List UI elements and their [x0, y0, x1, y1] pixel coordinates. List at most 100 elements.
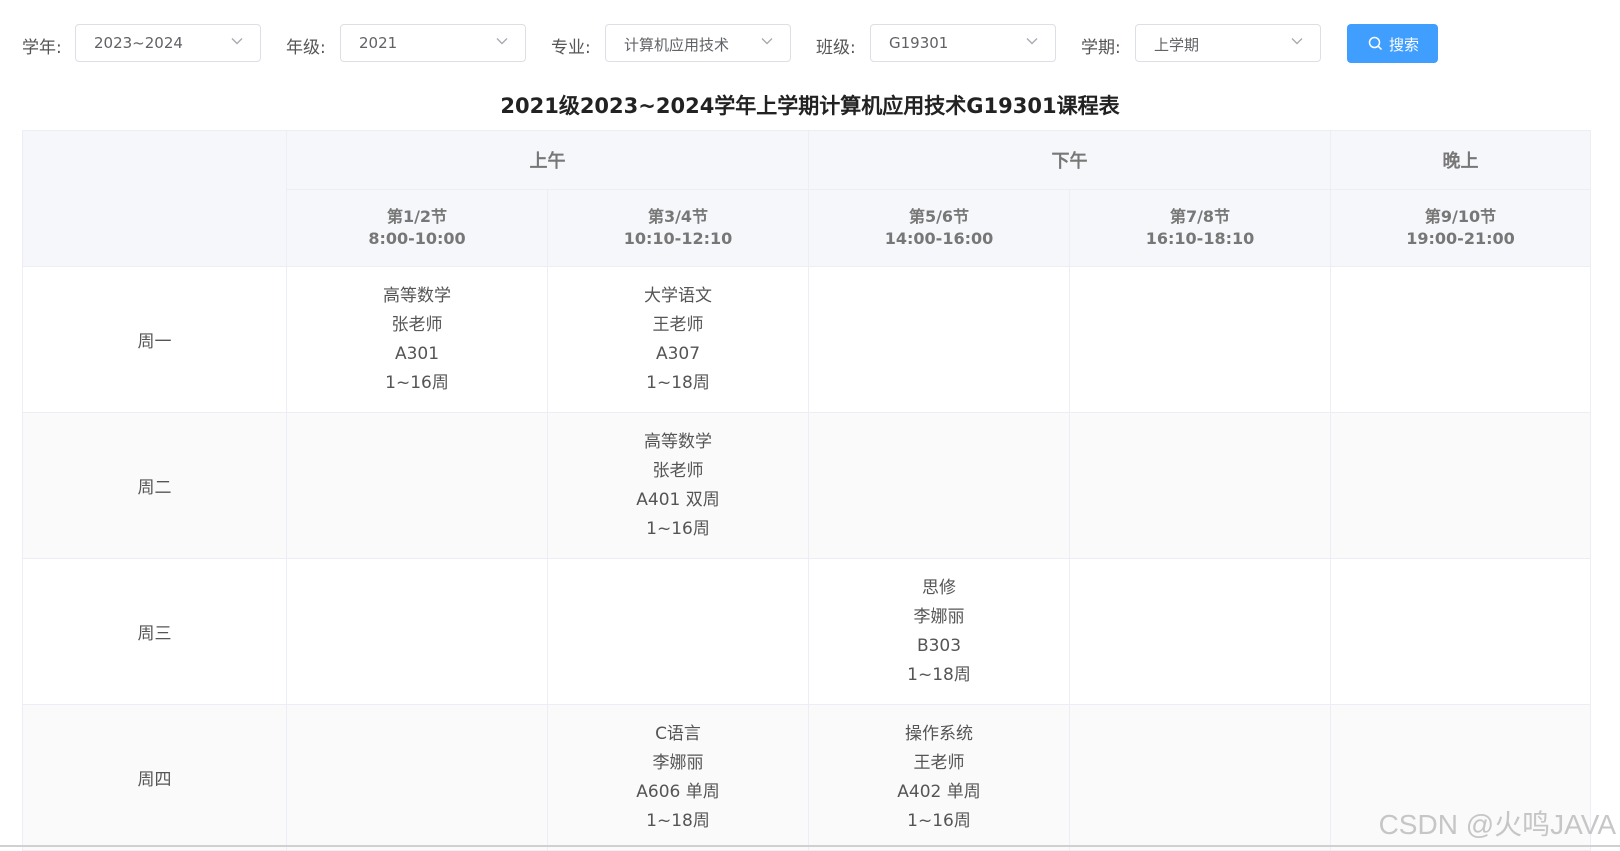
select-value: 2021 [359, 34, 398, 52]
select-value: G19301 [889, 34, 949, 52]
course-entry: 高等数学张老师 A301 1~16周 [287, 282, 547, 398]
period-header: 第3/4节 10:10-12:10 [547, 189, 809, 267]
course-entry: C语言李娜丽 A606 单周 1~18周 [548, 720, 808, 836]
schedule-cell [1069, 704, 1331, 851]
chevron-down-icon [1026, 38, 1038, 45]
course-room: B303 [916, 635, 962, 656]
timetable-body: 周一 高等数学 张老师 A301 1~16周 大学语文 王老师 A307 1~18周 周二 高等数学… [22, 266, 1591, 851]
timetable: 上午 下午 晚上 第1/2节 8:00-10:00 第3/4节 10:10-12:10… [22, 130, 1591, 851]
course-course: C语言 [655, 723, 701, 744]
course-entry: 高等数学张老师 A401 双周 1~16周 [548, 428, 808, 544]
course-weeks: 1~16周 [385, 372, 449, 393]
period-time: 16:10-18:10 [1145, 229, 1255, 248]
day-label: 周三 [22, 558, 287, 705]
schedule-cell [1069, 558, 1331, 705]
chevron-down-icon [231, 38, 243, 45]
course-entry: 大学语文王老师 A307 1~18周 [548, 282, 808, 398]
search-button-label: 搜索 [1389, 36, 1420, 54]
course-room: A401 双周 [636, 489, 720, 510]
filter-label-major: 专业: [551, 38, 591, 58]
watermark: CSDN @火鸣JAVA [1378, 809, 1616, 840]
course-entry: 操作系统 王老师 A402 单周 1~16周 [809, 720, 1069, 836]
course-teacher: 张老师 [391, 314, 443, 335]
period-time: 14:00-16:00 [884, 229, 994, 248]
period-name: 第3/4节 [647, 207, 709, 226]
course-teacher: 王老师 [913, 752, 965, 773]
period-name: 第5/6节 [908, 207, 970, 226]
course-weeks: 1~18周 [646, 372, 710, 393]
course-course: 思修 [922, 577, 956, 598]
schedule-cell: 高等数学张老师 A301 1~16周 [286, 266, 548, 413]
chevron-down-icon [1291, 38, 1303, 45]
chevron-down-icon [761, 38, 773, 45]
divider [0, 845, 1620, 847]
course-weeks: 1~18周 [907, 664, 971, 685]
schedule-cell [808, 266, 1070, 413]
day-label: 周二 [22, 412, 287, 559]
course-course: 高等数学 [383, 285, 451, 306]
course-room: A301 [394, 343, 440, 364]
course-course: 大学语文 [644, 285, 712, 306]
group-header-morning: 上午 [286, 130, 809, 190]
period-name: 第1/2节 [386, 207, 448, 226]
filter-bar: 学年: 2023~2024 年级: 2021 专业: 计算机应用技术 班级: G… [0, 0, 1620, 90]
schedule-cell [1330, 558, 1591, 705]
group-header-evening: 晚上 [1330, 130, 1591, 190]
course-course: 高等数学 [644, 431, 712, 452]
schedule-cell: C语言李娜丽 A606 单周 1~18周 [547, 704, 809, 851]
period-header: 第7/8节 16:10-18:10 [1069, 189, 1331, 267]
filter-label-class: 班级: [816, 38, 856, 58]
course-entry: 思修李娜丽 B303 1~18周 [809, 574, 1069, 690]
filter-label-grade: 年级: [286, 38, 326, 58]
schedule-cell: 操作系统 王老师 A402 单周 1~16周 [808, 704, 1070, 851]
period-header: 第1/2节 8:00-10:00 [286, 189, 548, 267]
course-teacher: 李娜丽 [652, 752, 704, 773]
filter-label-semester: 学期: [1081, 38, 1121, 58]
corner-header [22, 130, 287, 267]
table-row: 周三 思修李娜丽 B303 1~18周 [22, 558, 1591, 705]
schedule-cell: 大学语文王老师 A307 1~18周 [547, 266, 809, 413]
period-name: 第7/8节 [1169, 207, 1231, 226]
select-value: 2023~2024 [94, 34, 183, 52]
academic-year-select[interactable]: 2023~2024 [75, 24, 261, 62]
select-value: 上学期 [1154, 36, 1200, 54]
schedule-cell [1330, 412, 1591, 559]
filter-label-year: 学年: [22, 38, 62, 58]
schedule-cell [286, 704, 548, 851]
schedule-cell [286, 558, 548, 705]
select-value: 计算机应用技术 [624, 36, 730, 54]
chevron-down-icon [496, 38, 508, 45]
course-teacher: 王老师 [652, 314, 704, 335]
schedule-cell [1069, 266, 1331, 413]
table-row: 周二 高等数学张老师 A401 双周 1~16周 [22, 412, 1591, 559]
schedule-cell: 高等数学张老师 A401 双周 1~16周 [547, 412, 809, 559]
schedule-cell [808, 412, 1070, 559]
major-select[interactable]: 计算机应用技术 [605, 24, 791, 62]
class-select[interactable]: G19301 [870, 24, 1056, 62]
course-room: A606 单周 [636, 781, 720, 802]
period-time: 10:10-12:10 [623, 229, 733, 248]
table-row: 周四 C语言 李娜丽 A606 单周 1~18周 操作系统 王老师 A402 单周 1~16周 [22, 704, 1591, 851]
course-weeks: 1~16周 [907, 810, 971, 831]
search-button[interactable]: 搜索 [1347, 24, 1438, 63]
group-header-afternoon: 下午 [808, 130, 1331, 190]
period-header: 第9/10节 19:00-21:00 [1330, 189, 1591, 267]
course-room: A307 [655, 343, 701, 364]
schedule-cell [1330, 266, 1591, 413]
grade-select[interactable]: 2021 [340, 24, 526, 62]
schedule-cell [1069, 412, 1331, 559]
period-time: 8:00-10:00 [368, 229, 466, 248]
course-weeks: 1~16周 [646, 518, 710, 539]
course-weeks: 1~18周 [646, 810, 710, 831]
semester-select[interactable]: 上学期 [1135, 24, 1321, 62]
course-room: A402 单周 [897, 781, 981, 802]
day-label: 周一 [22, 266, 287, 413]
period-time: 19:00-21:00 [1406, 229, 1515, 248]
table-row: 周一 高等数学张老师 A301 1~16周 大学语文王老师 A307 1~18周 [22, 266, 1591, 413]
period-name: 第9/10节 [1424, 207, 1497, 226]
course-teacher: 李娜丽 [913, 606, 965, 627]
course-teacher: 张老师 [652, 460, 704, 481]
day-label: 周四 [22, 704, 287, 851]
schedule-cell [286, 412, 548, 559]
period-header: 第5/6节 14:00-16:00 [808, 189, 1070, 267]
